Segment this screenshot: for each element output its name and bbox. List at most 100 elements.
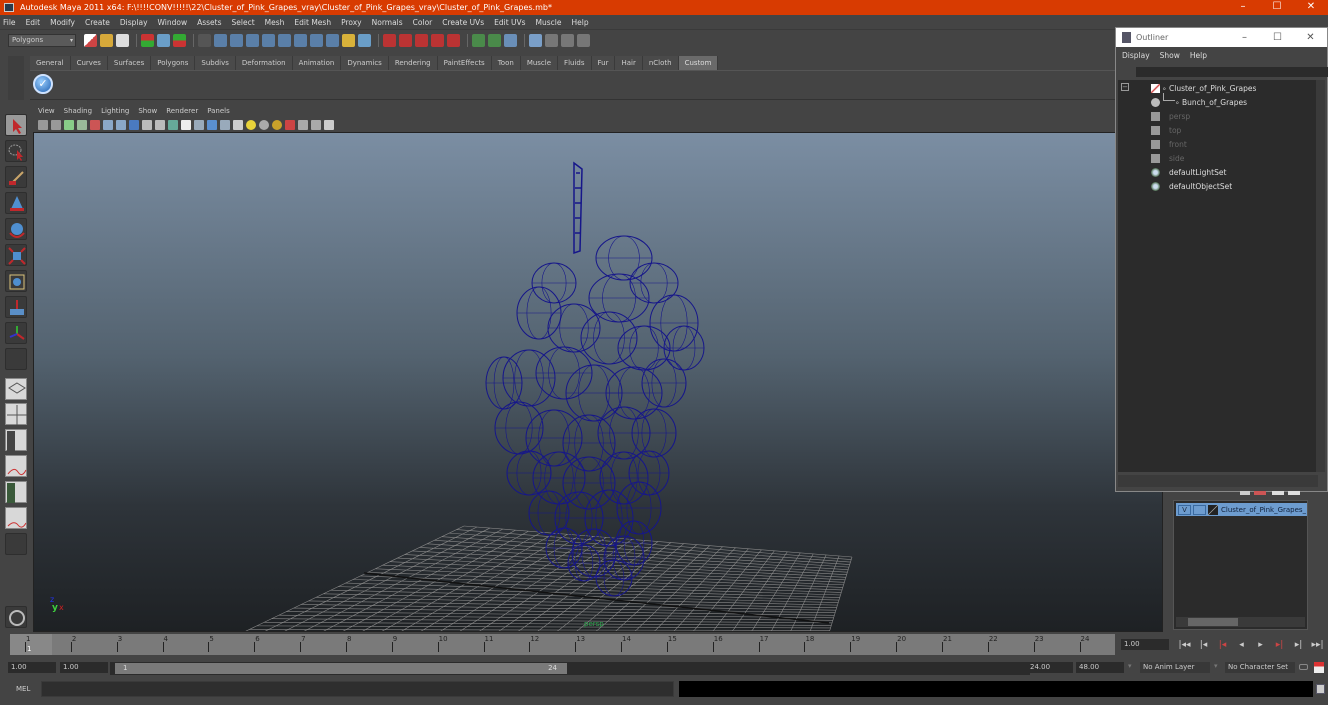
render-settings-icon[interactable]	[577, 33, 590, 47]
resolution-gate-icon[interactable]	[129, 119, 139, 130]
play-backwards-button[interactable]: ◂	[1232, 638, 1251, 652]
outliner-maximize-button[interactable]: ☐	[1261, 28, 1294, 47]
outliner-filter-input[interactable]	[1136, 67, 1328, 77]
command-line-input[interactable]	[41, 681, 674, 697]
shelf-tab-dynamics[interactable]: Dynamics	[341, 56, 389, 70]
move-tool-icon[interactable]	[5, 192, 27, 214]
menu-color[interactable]: Color	[413, 18, 433, 27]
select-handles-icon[interactable]	[214, 33, 227, 47]
character-set-dropdown-arrow[interactable]: ▾	[1214, 662, 1218, 670]
shelf-tab-polygons[interactable]: Polygons	[151, 56, 196, 70]
go-to-start-button[interactable]: |◂◂	[1175, 638, 1194, 652]
wireframe-icon[interactable]	[194, 119, 204, 130]
menu-select[interactable]: Select	[232, 18, 255, 27]
shelf-tab-ncloth[interactable]: nCloth	[642, 56, 679, 70]
playback-end-time-field[interactable]: 24.00	[1027, 662, 1073, 673]
anim-layer-dropdown[interactable]: No Anim Layer	[1140, 662, 1210, 673]
open-scene-icon[interactable]	[100, 33, 113, 47]
field-chart-icon[interactable]	[155, 119, 165, 130]
menu-muscle[interactable]: Muscle	[536, 18, 562, 27]
auto-key-icon[interactable]	[1299, 664, 1308, 670]
lasso-tool-icon[interactable]	[5, 140, 27, 162]
snap-to-point-icon[interactable]	[415, 33, 428, 47]
render-current-frame-icon[interactable]	[545, 33, 558, 47]
new-scene-icon[interactable]	[84, 33, 97, 47]
xray-icon[interactable]	[298, 119, 308, 130]
layer-row[interactable]: V Cluster_of_Pink_Grapes_	[1176, 503, 1307, 516]
go-to-end-button[interactable]: ▸▸|	[1308, 638, 1327, 652]
step-forward-key-button[interactable]: ▸|	[1270, 638, 1289, 652]
check-icon[interactable]: ✓	[33, 74, 53, 94]
animation-preferences-icon[interactable]	[1314, 662, 1324, 673]
character-set-dropdown[interactable]: No Character Set	[1225, 662, 1295, 673]
panel-menu-view[interactable]: View	[38, 107, 55, 115]
bookmarks-icon[interactable]	[64, 119, 74, 130]
universal-manipulator-icon[interactable]	[5, 270, 27, 292]
menu-create[interactable]: Create	[85, 18, 110, 27]
image-plane-icon[interactable]	[77, 119, 87, 130]
outliner-menu-help[interactable]: Help	[1190, 51, 1207, 60]
animation-start-time-field[interactable]: 1.00	[8, 662, 56, 673]
lock-selection-icon[interactable]	[342, 33, 355, 47]
menu-mesh[interactable]: Mesh	[265, 18, 285, 27]
select-by-component-icon[interactable]	[173, 33, 186, 47]
shelf-tab-custom[interactable]: Custom	[678, 56, 719, 70]
step-back-frame-button[interactable]: |◂	[1194, 638, 1213, 652]
animation-end-time-field[interactable]: 48.00	[1076, 662, 1124, 673]
paint-select-tool-icon[interactable]	[5, 166, 27, 188]
layer-horizontal-scrollbar[interactable]	[1176, 617, 1305, 627]
selection-mask-icon[interactable]	[198, 33, 211, 47]
use-default-light-icon[interactable]	[246, 119, 256, 130]
play-forwards-button[interactable]: ▸	[1251, 638, 1270, 652]
script-editor-button-icon[interactable]	[1316, 684, 1325, 694]
collapse-toggle[interactable]: −	[1121, 83, 1129, 91]
film-gate-icon[interactable]	[116, 119, 126, 130]
anim-layer-dropdown-arrow[interactable]: ▾	[1128, 662, 1132, 670]
hud-toggle-icon[interactable]	[324, 119, 334, 130]
menu-assets[interactable]: Assets	[197, 18, 221, 27]
shelf-tab-surfaces[interactable]: Surfaces	[107, 56, 152, 70]
panel-menu-shading[interactable]: Shading	[64, 107, 92, 115]
command-language-label[interactable]: MEL	[16, 685, 30, 693]
outliner-title-bar[interactable]: Outliner – ☐ ✕	[1116, 28, 1327, 47]
menu-modify[interactable]: Modify	[50, 18, 75, 27]
menu-edit-mesh[interactable]: Edit Mesh	[294, 18, 331, 27]
outliner-vertical-scrollbar[interactable]	[1316, 80, 1325, 472]
ipr-render-icon[interactable]	[561, 33, 574, 47]
shelf-tab-hair[interactable]: Hair	[615, 56, 643, 70]
perspective-viewport[interactable]: z y x persp	[33, 132, 1163, 632]
safe-action-icon[interactable]	[168, 119, 178, 130]
soft-modification-tool-icon[interactable]	[5, 296, 27, 318]
safe-title-icon[interactable]	[181, 119, 191, 130]
four-view-layout-icon[interactable]	[5, 403, 27, 425]
select-by-hierarchy-icon[interactable]	[141, 33, 154, 47]
layout-options-button[interactable]	[5, 533, 27, 555]
outliner-close-button[interactable]: ✕	[1294, 28, 1327, 47]
make-live-icon[interactable]	[447, 33, 460, 47]
shadows-icon[interactable]	[272, 119, 282, 130]
select-surfaces-icon[interactable]	[262, 33, 275, 47]
camera-attributes-icon[interactable]	[51, 119, 61, 130]
menu-create-uvs[interactable]: Create UVs	[442, 18, 484, 27]
layer-visibility-toggle[interactable]: V	[1178, 504, 1191, 515]
grid-toggle-icon[interactable]	[103, 119, 113, 130]
select-by-object-icon[interactable]	[157, 33, 170, 47]
persp-graph-layout-icon[interactable]	[5, 455, 27, 477]
move-layer-down-icon[interactable]	[1288, 491, 1300, 495]
select-camera-icon[interactable]	[38, 119, 48, 130]
step-forward-frame-button[interactable]: ▸|	[1289, 638, 1308, 652]
snap-to-curve-icon[interactable]	[399, 33, 412, 47]
layer-color-swatch[interactable]	[1208, 504, 1218, 515]
two-d-pan-zoom-icon[interactable]	[90, 119, 100, 130]
xray-joints-icon[interactable]	[311, 119, 321, 130]
menu-edit-uvs[interactable]: Edit UVs	[494, 18, 525, 27]
range-slider-handle[interactable]: 1 24	[115, 663, 567, 674]
input-connections-icon[interactable]	[472, 33, 485, 47]
select-dynamics-icon[interactable]	[294, 33, 307, 47]
menu-display[interactable]: Display	[120, 18, 148, 27]
shelf-tab-fluids[interactable]: Fluids	[558, 56, 592, 70]
save-scene-icon[interactable]	[116, 33, 129, 47]
menu-edit[interactable]: Edit	[26, 18, 41, 27]
script-editor-icon[interactable]	[5, 606, 27, 628]
outliner-minimize-button[interactable]: –	[1228, 28, 1261, 47]
